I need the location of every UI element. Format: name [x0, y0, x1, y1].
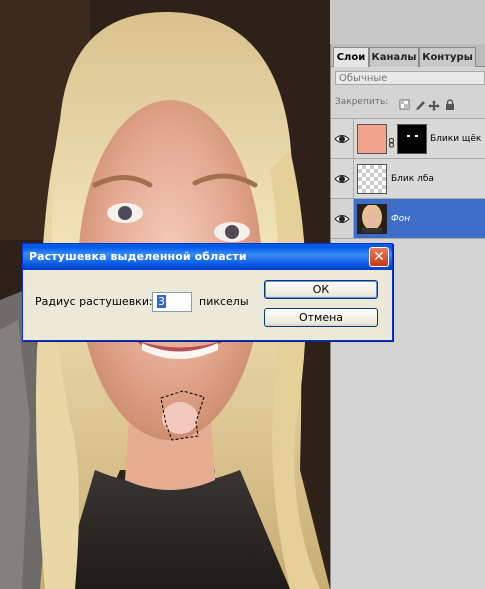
lock-label: Закрепить:	[335, 97, 389, 107]
ok-button[interactable]: ОК	[264, 280, 378, 299]
eye-icon[interactable]	[334, 131, 350, 147]
workspace-background	[330, 0, 485, 44]
radius-input[interactable]: 3	[152, 292, 192, 312]
lock-all-icon[interactable]	[446, 99, 454, 110]
layer-row-forehead-highlight[interactable]: Блик лба	[331, 158, 485, 199]
dialog-titlebar[interactable]: Растушевка выделенной области ✕	[23, 244, 392, 270]
layer-name: Блик лба	[391, 174, 434, 184]
lock-brush-icon[interactable]	[416, 101, 425, 110]
feather-dialog: Растушевка выделенной области ✕ Радиус р…	[22, 243, 393, 341]
layer-mask-thumbnail	[397, 124, 427, 154]
lock-controls	[399, 96, 469, 111]
dialog-title: Растушевка выделенной области	[29, 250, 247, 263]
lock-transparent-icon[interactable]	[399, 99, 410, 110]
layer-thumbnail	[357, 204, 387, 234]
lock-move-icon[interactable]	[428, 100, 440, 111]
layer-row-background[interactable]: Фон	[331, 198, 485, 239]
eye-icon[interactable]	[334, 211, 350, 227]
blend-mode-select[interactable]: Обычные	[335, 71, 485, 85]
layer-name: Фон	[391, 214, 411, 224]
layer-thumbnail	[357, 124, 387, 154]
layer-name: Блики щёк	[430, 134, 482, 144]
radius-label: Радиус растушевки:	[35, 295, 153, 308]
radius-value: 3	[157, 295, 166, 308]
cancel-button[interactable]: Отмена	[264, 308, 378, 327]
tab-layers[interactable]: Слои	[333, 47, 369, 67]
layer-row-cheek-highlights[interactable]: Блики щёк	[331, 118, 485, 159]
close-button[interactable]: ✕	[369, 247, 389, 267]
units-label: пикселы	[199, 295, 249, 308]
eye-icon[interactable]	[334, 171, 350, 187]
chain-link-icon	[389, 133, 394, 148]
divider	[331, 238, 485, 239]
panel-tabs: Слои Каналы Контуры	[331, 44, 485, 67]
tab-paths[interactable]: Контуры	[419, 47, 476, 67]
layer-thumbnail	[357, 164, 387, 194]
tab-channels[interactable]: Каналы	[369, 47, 419, 67]
close-icon: ✕	[373, 249, 385, 265]
